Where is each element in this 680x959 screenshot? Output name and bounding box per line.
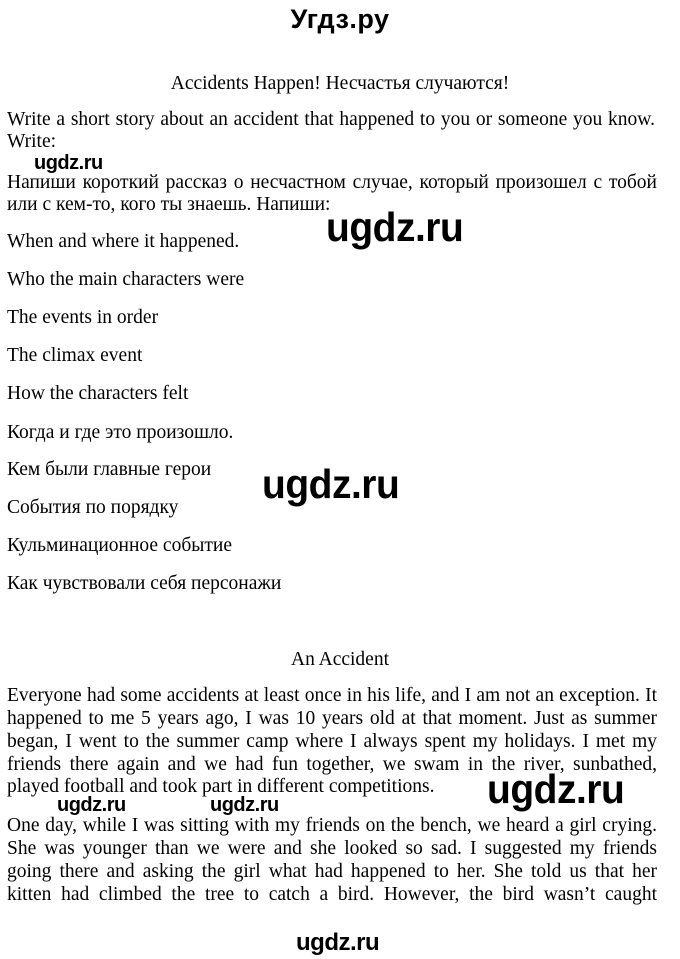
checklist-en-item: How the characters felt <box>7 383 189 404</box>
checklist-ru-item: Когда и где это произошло. <box>7 422 234 443</box>
instruction-en-line-2: Write: <box>7 131 57 152</box>
checklist-en-item: When and where it happened. <box>7 231 240 252</box>
instruction-ru-line-1: Напиши короткий рассказ о несчастном слу… <box>7 172 657 193</box>
instruction-ru-line-2: или с кем-то, кого ты знаешь. Напиши: <box>7 194 331 215</box>
checklist-en-item: The climax event <box>7 345 143 366</box>
checklist-ru-item: Кем были главные герои <box>7 459 212 480</box>
site-title: Угдз.ру <box>290 4 390 34</box>
checklist-en-item: The events in order <box>7 307 159 328</box>
paragraph-line: kitten had climbed the tree to catch a b… <box>7 884 657 905</box>
checklist-ru-item: События по порядку <box>7 497 179 518</box>
watermark: ugdz.ru <box>296 929 380 956</box>
paragraph-line: One day, while I was sitting with my fri… <box>7 815 657 836</box>
checklist-ru-item: Кульминационное событие <box>7 535 232 556</box>
instruction-en-line-1: Write a short story about an accident th… <box>7 109 655 130</box>
story-title: An Accident <box>290 649 389 670</box>
checklist-ru-item: Как чувствовали себя персонажи <box>7 573 282 594</box>
watermark: ugdz.ru <box>262 461 400 507</box>
paragraph-line: going there and asking the girl what had… <box>7 861 657 882</box>
watermark: ugdz.ru <box>487 766 625 812</box>
watermark: ugdz.ru <box>57 794 126 816</box>
watermark: ugdz.ru <box>34 152 103 174</box>
watermark: ugdz.ru <box>326 204 464 250</box>
paragraph-line: Everyone had some accidents at least onc… <box>7 685 657 706</box>
paragraph-line: began, I went to the summer camp where I… <box>7 731 657 752</box>
task-title: Accidents Happen! Несчастья случаются! <box>170 73 510 94</box>
paragraph-line: happened to me 5 years ago, I was 10 yea… <box>7 708 657 729</box>
watermark: ugdz.ru <box>210 794 279 816</box>
checklist-en-item: Who the main characters were <box>7 269 245 290</box>
paragraph-line: She was younger than we were and she loo… <box>7 838 657 859</box>
